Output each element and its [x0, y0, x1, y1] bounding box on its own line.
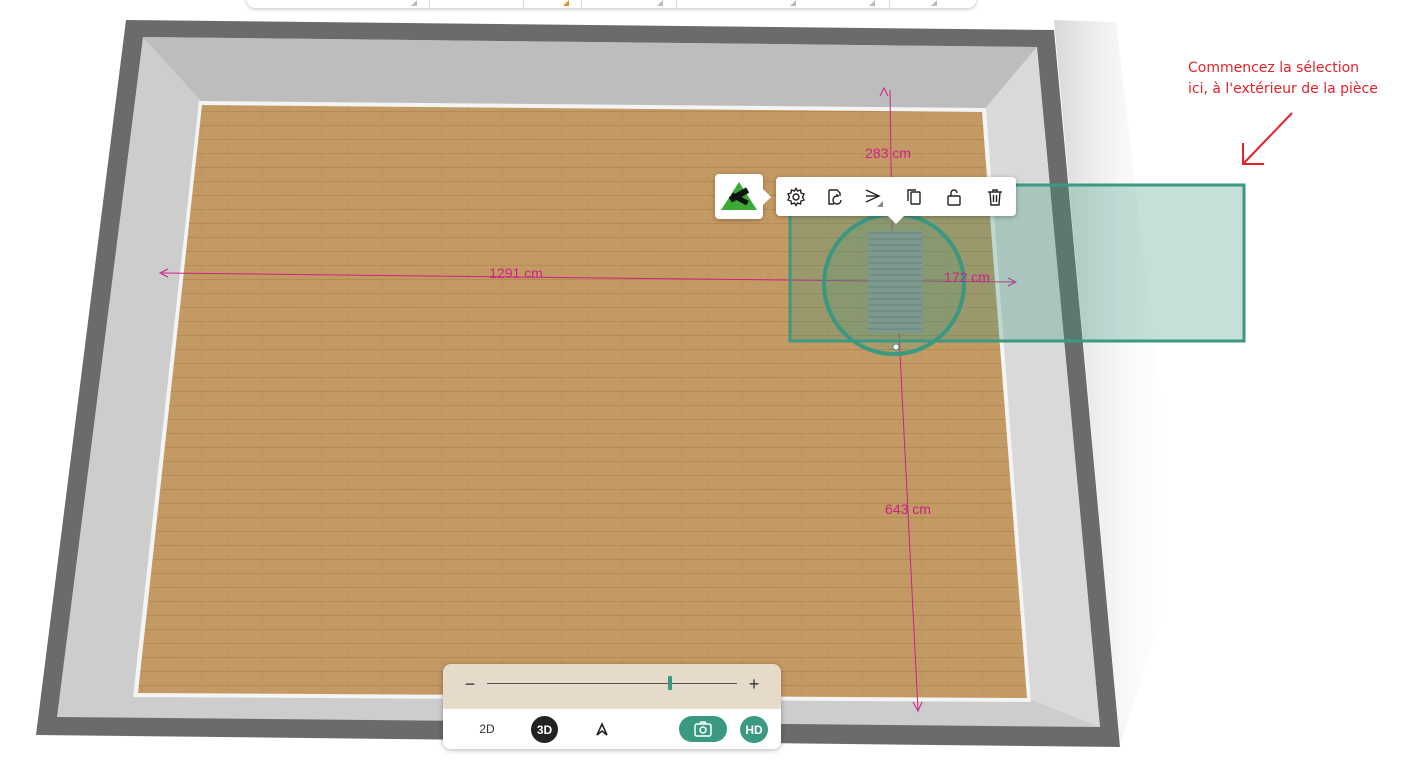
annotation-line-1: Commencez la sélection	[1188, 60, 1360, 76]
dimension-label-top: 283 cm	[865, 145, 911, 161]
duplicate-button[interactable]	[900, 183, 928, 211]
top-toolbar[interactable]	[247, 0, 976, 8]
duplicate-icon	[907, 189, 921, 205]
lock-button[interactable]	[940, 183, 968, 211]
compass-button[interactable]	[589, 716, 615, 742]
dimension-label-right: 172 cm	[944, 269, 990, 285]
align-button[interactable]	[860, 183, 888, 211]
leroy-merlin-logo	[721, 182, 757, 210]
screenshot-button[interactable]	[679, 716, 727, 742]
gear-icon	[787, 187, 805, 207]
zoom-slider-track[interactable]	[487, 683, 737, 684]
3d-room-view[interactable]: 283 cm 1291 cm 172 cm 643 cm	[0, 0, 1405, 763]
annotation-text: Commencez la sélection ici, à l'extérieu…	[1188, 58, 1378, 100]
brand-badge[interactable]	[715, 174, 771, 219]
camera-icon	[694, 721, 712, 737]
annotation-line-2: ici, à l'extérieur de la pièce	[1188, 81, 1378, 97]
object-context-toolbar	[776, 177, 1016, 224]
trash-icon	[988, 189, 1002, 206]
zoom-in-button[interactable]: +	[743, 673, 765, 695]
navigation-arrow-icon	[596, 722, 608, 736]
unlock-icon	[947, 189, 961, 206]
zoom-control: − +	[443, 664, 781, 709]
view-3d-button[interactable]: 3D	[531, 716, 558, 743]
view-mode-row: 2D 3D HD	[443, 709, 781, 749]
zoom-out-button[interactable]: −	[459, 673, 481, 695]
hd-render-button[interactable]: HD	[740, 716, 768, 743]
zoom-slider-thumb[interactable]	[667, 676, 672, 690]
wall-inner-face-top	[143, 37, 1037, 111]
align-icon	[865, 189, 883, 207]
annotation-arrow-icon	[1242, 112, 1293, 165]
delete-button[interactable]	[981, 183, 1009, 211]
replace-icon	[828, 189, 842, 205]
dimension-label-left: 1291 cm	[489, 265, 543, 281]
rotation-handle-dot	[892, 343, 900, 351]
view-control-panel: − + 2D 3D HD	[443, 664, 781, 749]
view-2d-button[interactable]: 2D	[472, 716, 502, 742]
settings-button[interactable]	[782, 183, 810, 211]
dimension-label-bottom: 643 cm	[885, 501, 931, 517]
replace-button[interactable]	[821, 183, 849, 211]
